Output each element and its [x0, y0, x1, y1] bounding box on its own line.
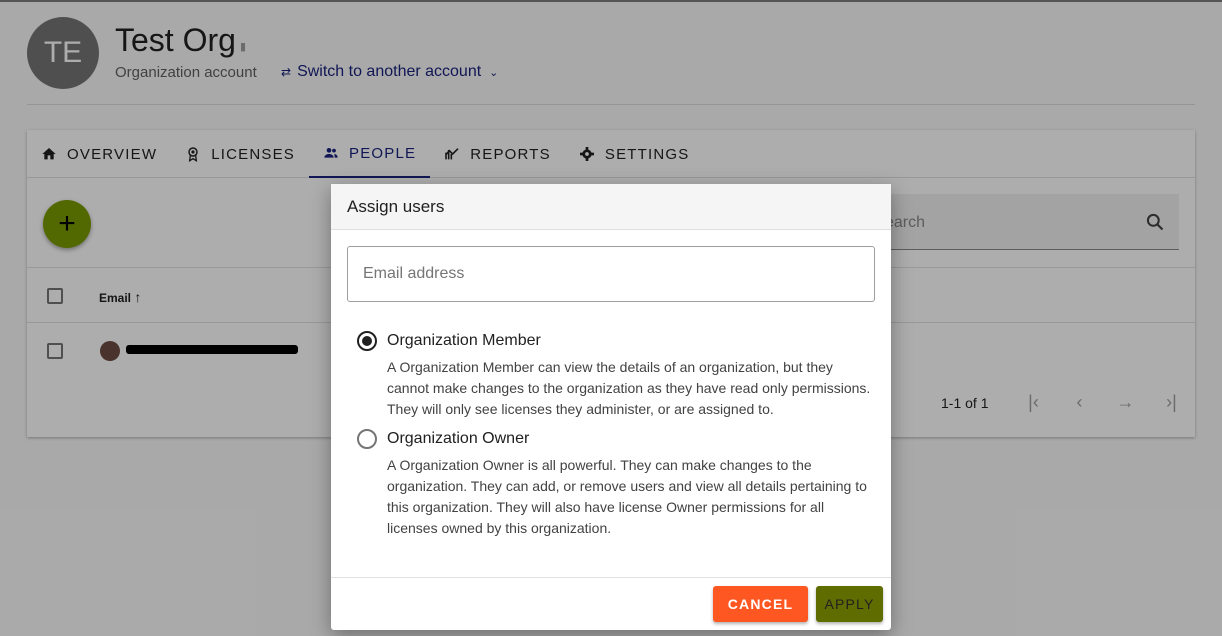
- dialog-title: Assign users: [331, 184, 891, 230]
- owner-description: A Organization Owner is all powerful. Th…: [387, 457, 867, 536]
- apply-button[interactable]: APPLY: [816, 586, 883, 622]
- owner-label[interactable]: Organization Owner: [387, 430, 529, 448]
- dialog-footer-divider: [331, 577, 891, 578]
- member-description: A Organization Member can view the detai…: [387, 359, 871, 417]
- member-radio[interactable]: [357, 331, 377, 351]
- email-field[interactable]: [347, 246, 875, 302]
- member-label[interactable]: Organization Member: [387, 332, 541, 350]
- assign-users-dialog: Assign users Organization Member A Organ…: [331, 184, 891, 630]
- owner-radio[interactable]: [357, 429, 377, 449]
- cancel-button[interactable]: CANCEL: [713, 586, 808, 622]
